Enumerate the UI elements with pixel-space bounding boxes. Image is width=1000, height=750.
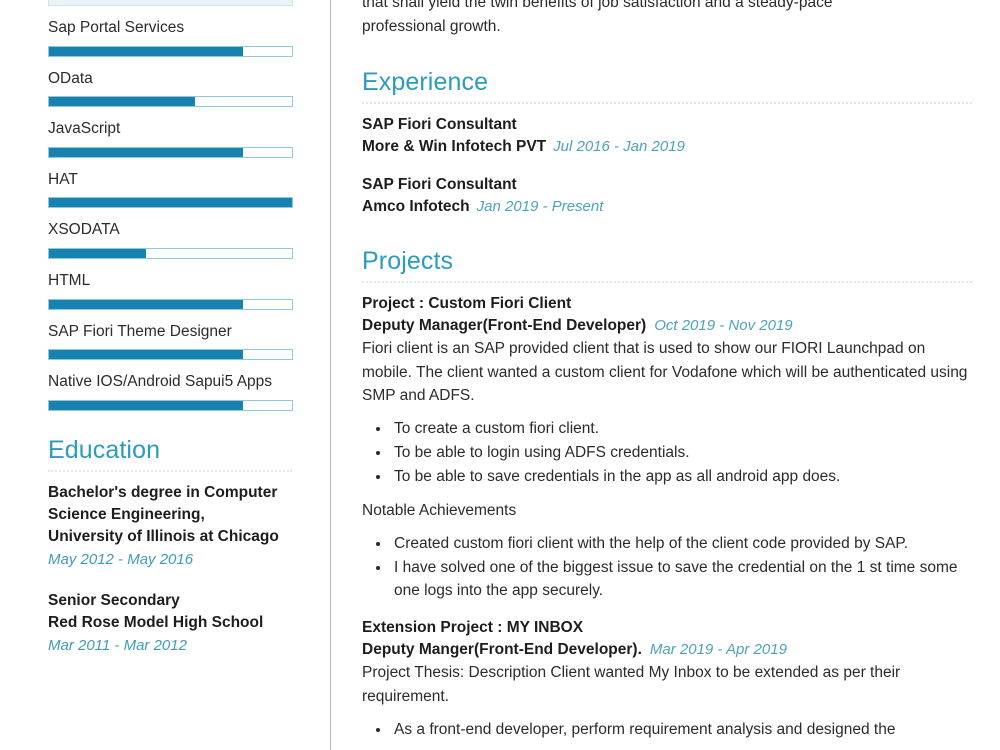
skill-item: OData bbox=[48, 69, 293, 108]
experience-date: Jul 2016 - Jan 2019 bbox=[553, 138, 685, 156]
skill-progress-track bbox=[48, 399, 293, 411]
experience-section: Experience SAP Fiori Consultant More & Wi… bbox=[362, 67, 972, 218]
education-item: Bachelor's degree in Computer Science En… bbox=[48, 482, 292, 571]
experience-company-line: Amco Infotech Jan 2019 - Present bbox=[362, 196, 972, 218]
project-spacer bbox=[362, 606, 972, 617]
experience-company: Amco Infotech bbox=[362, 198, 470, 216]
experience-item: SAP Fiori Consultant More & Win Infotech … bbox=[362, 114, 972, 158]
education-title: Bachelor's degree in Computer Science En… bbox=[48, 483, 279, 545]
sidebar: Sap Portal Services OData JavaScript HAT XSO… bbox=[0, 0, 330, 750]
skill-progress-fill bbox=[49, 46, 244, 56]
project-date: Mar 2019 - Apr 2019 bbox=[649, 641, 787, 659]
clipped-skill-bar bbox=[48, 0, 293, 6]
project-description: Project Thesis: Description Client wante… bbox=[362, 664, 901, 706]
experience-role: SAP Fiori Consultant bbox=[362, 176, 517, 194]
project-bullet-list: As a front-end developer, perform requir… bbox=[362, 718, 972, 741]
project-achievement: Created custom fiori client with the hel… bbox=[391, 532, 972, 555]
project-item: Extension Project : MY INBOX Deputy Mange… bbox=[362, 617, 972, 740]
skill-progress-fill bbox=[49, 400, 244, 410]
intro-paragraph: that shall yield the twin benefits of jo… bbox=[362, 0, 972, 38]
skill-item: HTML bbox=[48, 271, 293, 310]
project-bullet: To be able to login using ADFS credentia… bbox=[391, 441, 972, 464]
skill-progress-track bbox=[48, 146, 293, 158]
experience-date: Jan 2019 - Present bbox=[476, 198, 604, 216]
education-date: May 2012 - May 2016 bbox=[48, 550, 194, 568]
education-heading-rule bbox=[48, 469, 292, 472]
skill-progress-track bbox=[48, 197, 293, 209]
education-item: Senior Secondary Red Rose Model High Sch… bbox=[48, 590, 292, 657]
project-title: Project : Custom Fiori Client bbox=[362, 295, 572, 313]
experience-role: SAP Fiori Consultant bbox=[362, 116, 517, 134]
project-role: Deputy Manger(Front-End Developer). bbox=[362, 641, 642, 659]
project-achievement: I have solved one of the biggest issue t… bbox=[391, 556, 972, 603]
skill-progress-track bbox=[48, 248, 293, 260]
projects-section: Projects Project : Custom Fiori Client De… bbox=[362, 246, 972, 741]
experience-list: SAP Fiori Consultant More & Win Infotech … bbox=[362, 114, 972, 218]
education-date: Mar 2011 - Mar 2012 bbox=[48, 636, 187, 654]
skill-label: Native IOS/Android Sapui5 Apps bbox=[48, 373, 273, 391]
skill-item: JavaScript bbox=[48, 119, 293, 158]
skill-progress-fill bbox=[49, 97, 195, 107]
skill-item: Sap Portal Services bbox=[48, 18, 293, 57]
skill-progress-fill bbox=[49, 198, 292, 208]
skill-progress-track bbox=[48, 349, 293, 361]
skill-label: HAT bbox=[48, 170, 78, 188]
experience-heading-rule bbox=[362, 102, 972, 105]
education-title: Senior Secondary Red Rose Model High Sch… bbox=[48, 591, 264, 631]
skill-progress-track bbox=[48, 96, 293, 108]
skill-progress-fill bbox=[49, 350, 244, 360]
education-section: Education Bachelor's degree in Computer … bbox=[48, 435, 292, 657]
project-title: Extension Project : MY INBOX bbox=[362, 619, 584, 637]
skill-label: Sap Portal Services bbox=[48, 19, 185, 36]
skill-progress-fill bbox=[49, 147, 244, 157]
resume-page: Sap Portal Services OData JavaScript HAT XSO… bbox=[0, 0, 1000, 750]
skill-label: XSODATA bbox=[48, 221, 120, 239]
skill-item: HAT bbox=[48, 170, 293, 209]
education-heading: Education bbox=[48, 435, 161, 464]
skill-label: SAP Fiori Theme Designer bbox=[48, 322, 232, 340]
experience-item: SAP Fiori Consultant Amco Infotech Jan 201… bbox=[362, 174, 972, 218]
project-description: Fiori client is an SAP provided client t… bbox=[362, 340, 968, 405]
skill-progress-fill bbox=[49, 249, 147, 259]
skill-progress-track bbox=[48, 298, 293, 310]
main-content: that shall yield the twin benefits of jo… bbox=[331, 0, 1000, 750]
skill-label: OData bbox=[48, 69, 93, 87]
skill-label: HTML bbox=[48, 272, 91, 290]
project-achievement-list: Created custom fiori client with the hel… bbox=[362, 532, 972, 603]
skill-progress-fill bbox=[49, 299, 244, 309]
project-sublabel: Notable Achievements bbox=[362, 502, 517, 520]
project-date: Oct 2019 - Nov 2019 bbox=[654, 317, 793, 335]
skill-item: XSODATA bbox=[48, 220, 293, 260]
skill-label: JavaScript bbox=[48, 120, 121, 138]
project-bullet: As a front-end developer, perform requir… bbox=[391, 718, 972, 741]
intro-clipped-line: that shall yield the twin benefits of jo… bbox=[362, 0, 833, 11]
education-list: Bachelor's degree in Computer Science En… bbox=[48, 482, 292, 657]
skills-list: Sap Portal Services OData JavaScript HAT XSO… bbox=[48, 0, 293, 411]
project-role: Deputy Manager(Front-End Developer) bbox=[362, 317, 647, 335]
intro-line-2: professional growth. bbox=[362, 17, 501, 35]
experience-company: More & Win Infotech PVT bbox=[362, 138, 547, 156]
experience-company-line: More & Win Infotech PVT Jul 2016 - Jan 20… bbox=[362, 136, 972, 158]
skill-item: Native IOS/Android Sapui5 Apps bbox=[48, 372, 293, 411]
project-role-line: Deputy Manager(Front-End Developer) Oct 2… bbox=[362, 315, 972, 337]
projects-heading: Projects bbox=[362, 247, 454, 276]
project-bullet: To be able to save credentials in the ap… bbox=[391, 465, 972, 488]
projects-list: Project : Custom Fiori Client Deputy Mana… bbox=[362, 293, 972, 741]
skill-item: SAP Fiori Theme Designer bbox=[48, 322, 293, 361]
experience-heading: Experience bbox=[362, 68, 489, 97]
project-bullet-list: To create a custom fiori client.To be ab… bbox=[362, 417, 972, 489]
project-item: Project : Custom Fiori Client Deputy Mana… bbox=[362, 293, 972, 602]
skill-progress-track bbox=[48, 45, 293, 57]
project-role-line: Deputy Manger(Front-End Developer). Mar 2… bbox=[362, 639, 972, 661]
project-bullet: To create a custom fiori client. bbox=[391, 417, 972, 440]
projects-heading-rule bbox=[362, 281, 972, 284]
